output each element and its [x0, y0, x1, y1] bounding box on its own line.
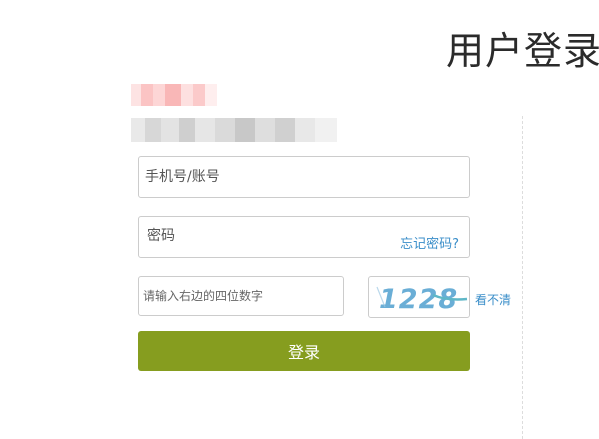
password-field[interactable]: 忘记密码? [138, 216, 470, 258]
captcha-svg: 1228 [376, 284, 468, 315]
captcha-refresh-link[interactable]: 看不清 [475, 291, 511, 308]
blurred-username-placeholder [131, 84, 217, 106]
blurred-info-placeholder [131, 118, 337, 142]
forgot-password-link[interactable]: 忘记密码? [400, 233, 459, 252]
account-input[interactable] [145, 157, 463, 197]
captcha-image[interactable]: 1228 [368, 276, 470, 318]
account-field[interactable] [138, 156, 470, 198]
captcha-input[interactable] [143, 277, 339, 315]
password-input[interactable] [147, 217, 377, 255]
captcha-field[interactable] [138, 276, 344, 316]
login-button[interactable]: 登录 [138, 331, 470, 371]
page-title: 用户登录 [446, 29, 599, 73]
vertical-divider [522, 116, 523, 439]
